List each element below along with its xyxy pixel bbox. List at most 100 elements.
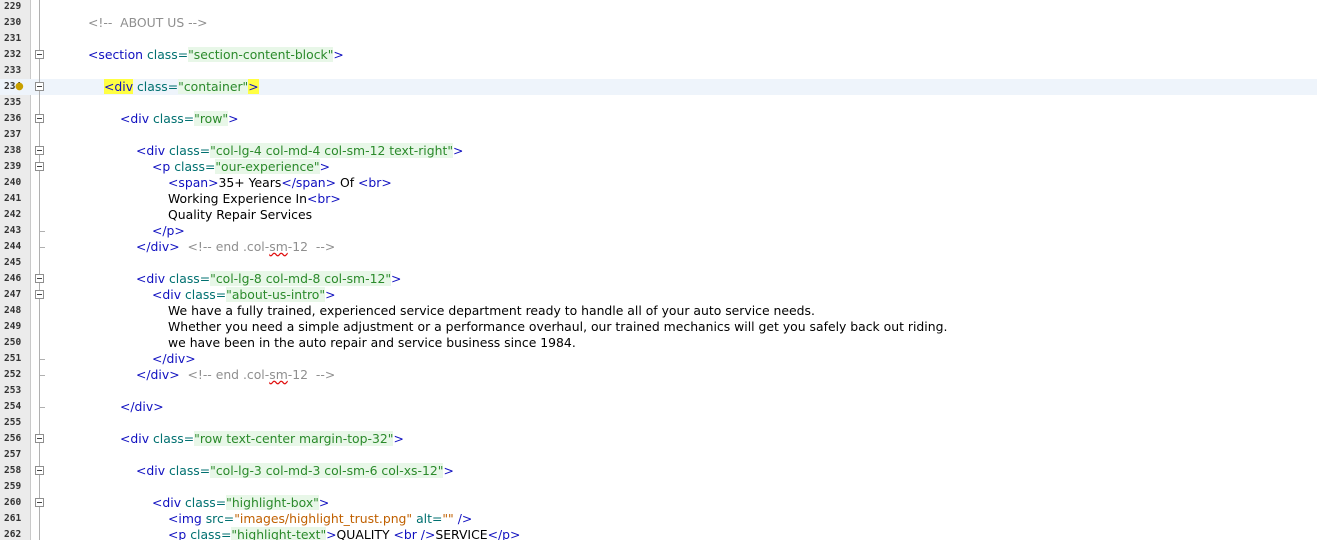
code-line[interactable]: 246 <div class="col-lg-8 col-md-8 col-sm-…: [0, 271, 1317, 287]
code-line[interactable]: 255: [0, 415, 1317, 431]
lightbulb-hint-icon[interactable]: ●: [15, 81, 24, 92]
fold-toggle-icon[interactable]: [35, 146, 44, 155]
code-line[interactable]: 231: [0, 31, 1317, 47]
code-line[interactable]: 229: [0, 0, 1317, 15]
code-line[interactable]: 240 <span>35+ Years</span> Of <br>: [0, 175, 1317, 191]
code-line[interactable]: 251 </div>: [0, 351, 1317, 367]
line-number: 258: [4, 465, 22, 476]
code-line[interactable]: 230 <!-- ABOUT US -->: [0, 15, 1317, 31]
code-line[interactable]: 256 <div class="row text-center margin-to…: [0, 431, 1317, 447]
line-number: 254: [4, 401, 22, 412]
code-text: <!-- ABOUT US -->: [88, 15, 207, 31]
code-line[interactable]: 242 Quality Repair Services: [0, 207, 1317, 223]
code-line[interactable]: 252 </div> <!-- end .col-sm-12 -->: [0, 367, 1317, 383]
line-number: 260: [4, 497, 22, 508]
fold-guide-line: [39, 63, 40, 79]
fold-toggle-icon[interactable]: [35, 114, 44, 123]
code-line[interactable]: 243 </p>: [0, 223, 1317, 239]
code-text: <div class="container">: [104, 79, 259, 95]
code-line[interactable]: 259: [0, 479, 1317, 495]
code-token: sm: [269, 239, 288, 254]
code-line[interactable]: 234 ● <div class="container">: [0, 79, 1317, 95]
code-token: src=: [205, 511, 235, 526]
code-token: >: [443, 463, 454, 478]
code-line[interactable]: 245: [0, 255, 1317, 271]
code-editor[interactable]: 229 230 <!-- ABOUT US --> 231 232 <section cl…: [0, 0, 1317, 540]
fold-toggle-icon[interactable]: [35, 434, 44, 443]
code-token: "col-lg-3 col-md-3 col-sm-6 col-xs-12": [210, 463, 444, 478]
fold-toggle-icon[interactable]: [35, 290, 44, 299]
fold-end-marker: [39, 359, 45, 360]
code-text: Working Experience In<br>: [168, 191, 341, 207]
code-line[interactable]: 232 <section class="section-content-block…: [0, 47, 1317, 63]
code-line[interactable]: 247 <div class="about-us-intro">: [0, 287, 1317, 303]
line-number: 238: [4, 145, 22, 156]
fold-guide-line: [39, 127, 40, 143]
code-line[interactable]: 235: [0, 95, 1317, 111]
line-number: 229: [4, 1, 22, 12]
fold-guide-line: [39, 95, 40, 111]
code-line[interactable]: 254 </div>: [0, 399, 1317, 415]
code-token: <div: [136, 271, 169, 286]
line-number: 248: [4, 305, 22, 316]
fold-toggle-icon[interactable]: [35, 466, 44, 475]
code-token: SERVICE: [435, 527, 488, 540]
code-text: </p>: [152, 223, 185, 239]
fold-toggle-icon[interactable]: [35, 50, 44, 59]
code-token: Whether you need a simple adjustment or …: [168, 319, 948, 334]
code-line[interactable]: 257: [0, 447, 1317, 463]
code-text: <div class="col-lg-3 col-md-3 col-sm-6 c…: [136, 463, 454, 479]
code-token: <div: [120, 111, 153, 126]
code-text: we have been in the auto repair and serv…: [168, 335, 576, 351]
code-line[interactable]: 262 <p class="highlight-text">QUALITY <br…: [0, 527, 1317, 540]
code-token: class=: [168, 143, 211, 158]
code-line[interactable]: 248 We have a fully trained, experienced …: [0, 303, 1317, 319]
code-line[interactable]: 244 </div> <!-- end .col-sm-12 -->: [0, 239, 1317, 255]
fold-guide-line: [39, 0, 40, 15]
code-token: class=: [152, 111, 195, 126]
code-token: <br />: [393, 527, 436, 540]
fold-toggle-icon[interactable]: [35, 82, 44, 91]
line-number: 243: [4, 225, 22, 236]
fold-end-marker: [39, 231, 45, 232]
code-token: >: [325, 287, 336, 302]
code-token: "highlight-text": [231, 527, 327, 540]
fold-toggle-icon[interactable]: [35, 498, 44, 507]
code-token: >: [319, 159, 331, 174]
line-number: 237: [4, 129, 22, 140]
code-token: <div: [104, 79, 134, 94]
code-line[interactable]: 237: [0, 127, 1317, 143]
code-token: </span>: [281, 175, 337, 190]
code-line[interactable]: 241 Working Experience In<br>: [0, 191, 1317, 207]
code-line[interactable]: 249 Whether you need a simple adjustment …: [0, 319, 1317, 335]
code-token: "col-lg-4 col-md-4 col-sm-12 text-right": [210, 143, 454, 158]
code-token: class=: [152, 431, 195, 446]
fold-guide-line: [39, 527, 40, 540]
code-line[interactable]: 233: [0, 63, 1317, 79]
fold-guide-line: [39, 207, 40, 223]
code-token: >: [393, 431, 404, 446]
code-line[interactable]: 239 <p class="our-experience">: [0, 159, 1317, 175]
code-line[interactable]: 258 <div class="col-lg-3 col-md-3 col-sm-…: [0, 463, 1317, 479]
code-token: >: [248, 79, 259, 94]
code-line[interactable]: 253: [0, 383, 1317, 399]
fold-guide-line: [39, 175, 40, 191]
code-line[interactable]: 250 we have been in the auto repair and s…: [0, 335, 1317, 351]
code-token: <p: [168, 527, 191, 540]
code-text: Whether you need a simple adjustment or …: [168, 319, 947, 335]
code-line[interactable]: 261 <img src="images/highlight_trust.png"…: [0, 511, 1317, 527]
code-token: class=: [184, 495, 227, 510]
code-token: -12 -->: [287, 367, 336, 382]
fold-guide-line: [39, 447, 40, 463]
code-line[interactable]: 260 <div class="highlight-box">: [0, 495, 1317, 511]
code-token: Working Experience In: [168, 191, 308, 206]
fold-toggle-icon[interactable]: [35, 274, 44, 283]
fold-toggle-icon[interactable]: [35, 162, 44, 171]
code-token: >: [228, 111, 239, 126]
code-line[interactable]: 238 <div class="col-lg-4 col-md-4 col-sm-…: [0, 143, 1317, 159]
code-token: 35+ Years: [218, 175, 282, 190]
fold-guide-line: [39, 191, 40, 207]
code-line[interactable]: 236 <div class="row">: [0, 111, 1317, 127]
code-token: class=: [168, 463, 211, 478]
code-token: "our-experience": [215, 159, 320, 174]
